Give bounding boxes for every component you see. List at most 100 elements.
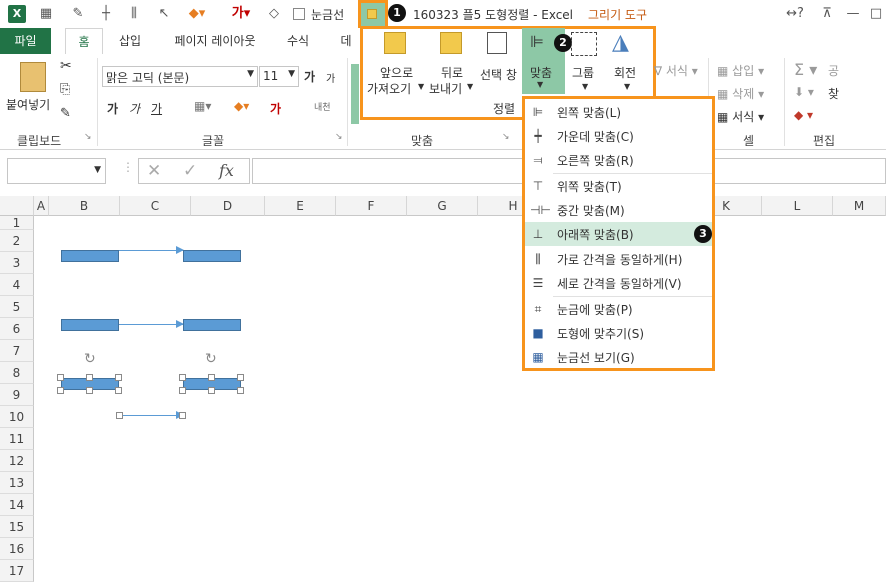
gridlines-checkbox[interactable] — [293, 8, 305, 20]
name-box[interactable]: ▼ — [7, 158, 106, 184]
clear-icon[interactable]: ◆ ▾ — [794, 108, 813, 122]
row-header[interactable]: 7 — [0, 340, 34, 362]
tab-file[interactable]: 파일 — [0, 28, 51, 54]
underline-button[interactable]: 가 — [151, 100, 162, 117]
column-header[interactable]: C — [120, 196, 191, 216]
cancel-icon[interactable]: ✕ — [147, 161, 161, 181]
column-header[interactable]: F — [336, 196, 407, 216]
resize-handle[interactable] — [115, 374, 122, 381]
resize-handle[interactable] — [237, 387, 244, 394]
table-icon[interactable]: ▦ — [36, 5, 56, 23]
format-painter-icon[interactable]: ◇ — [264, 5, 284, 23]
sort-filter-button[interactable]: 공 — [828, 62, 839, 79]
rotate-handle-icon[interactable]: ↻ — [84, 351, 96, 367]
row-header[interactable]: 16 — [0, 538, 34, 560]
rectangle-shape[interactable] — [61, 319, 119, 331]
style-format-button[interactable]: ∇ 서식 ▾ — [654, 62, 698, 79]
group-button[interactable]: 그룹 — [572, 64, 594, 81]
minimize-icon[interactable]: — — [845, 5, 861, 23]
row-header[interactable]: 14 — [0, 494, 34, 516]
resize-handle[interactable] — [115, 387, 122, 394]
fill-color-icon[interactable]: ◆▾ — [182, 5, 212, 23]
clipboard-launcher-icon[interactable]: ↘ — [84, 132, 92, 142]
arrow-connector[interactable] — [119, 246, 184, 254]
row-header[interactable]: 9 — [0, 384, 34, 406]
bring-forward-label-1[interactable]: 앞으로 — [380, 64, 413, 81]
bold-button[interactable]: 가 — [107, 100, 118, 117]
rectangle-shape[interactable] — [61, 250, 119, 262]
row-header[interactable]: 12 — [0, 450, 34, 472]
column-header[interactable]: A — [34, 196, 49, 216]
resize-handle[interactable] — [57, 374, 64, 381]
column-header[interactable]: L — [762, 196, 833, 216]
borders-icon[interactable]: ▦▾ — [194, 99, 211, 113]
cut-icon[interactable]: ✂ — [60, 58, 72, 74]
resize-handle[interactable] — [86, 374, 93, 381]
menu-item-align-right[interactable]: ⫤ 오른쪽 맞춤(R) — [525, 148, 712, 172]
selected-arrow-connector[interactable] — [119, 411, 184, 419]
find-select-button[interactable]: 찾 — [828, 85, 839, 102]
brush-icon[interactable]: ✎ — [68, 5, 88, 23]
font-color-qa-icon[interactable]: 가▾ — [224, 5, 258, 23]
rectangle-shape[interactable] — [183, 319, 241, 331]
enter-icon[interactable]: ✓ — [183, 161, 197, 181]
align-center-qa-icon[interactable]: ┼ — [96, 5, 116, 23]
alignment-launcher-icon[interactable]: ↘ — [502, 132, 510, 142]
insert-cells-button[interactable]: ▦ 삽입 ▾ — [717, 62, 764, 79]
rectangle-shape[interactable] — [183, 250, 241, 262]
ribbon-display-icon[interactable]: ⊼ — [818, 5, 836, 23]
rotate-button[interactable]: 회전 — [614, 64, 636, 81]
row-header[interactable]: 1 — [0, 216, 34, 230]
column-header[interactable]: B — [49, 196, 120, 216]
resize-handle[interactable] — [86, 387, 93, 394]
row-header[interactable]: 6 — [0, 318, 34, 340]
menu-item-align-top[interactable]: ⊤ 위쪽 맞춤(T) — [525, 174, 712, 198]
row-header[interactable]: 13 — [0, 472, 34, 494]
fill-color-ribbon-icon[interactable]: ◆▾ — [234, 99, 249, 113]
column-header[interactable]: E — [265, 196, 336, 216]
bring-forward-button[interactable]: 가져오기 — [367, 80, 411, 97]
autosum-icon[interactable]: Σ ▾ — [794, 60, 817, 79]
menu-item-align-left[interactable]: ⊫ 왼쪽 맞춤(L) — [525, 100, 712, 124]
row-header[interactable]: 17 — [0, 560, 34, 582]
menu-item-snap-shape[interactable]: ■ 도형에 맞추기(S) — [525, 321, 712, 345]
font-launcher-icon[interactable]: ↘ — [335, 132, 343, 142]
insert-function-button[interactable]: fx — [219, 161, 234, 180]
resize-handle[interactable] — [116, 412, 123, 419]
pointer-icon[interactable]: ↖ — [154, 5, 174, 23]
tab-insert[interactable]: 삽입 — [110, 28, 150, 54]
menu-item-view-gridlines[interactable]: ▦ 눈금선 보기(G) — [525, 345, 712, 369]
row-header[interactable]: 5 — [0, 296, 34, 318]
row-header[interactable]: 2 — [0, 230, 34, 252]
tab-data[interactable]: 데 — [334, 28, 358, 54]
resize-handle[interactable] — [57, 387, 64, 394]
column-header[interactable]: D — [191, 196, 265, 216]
resize-handle[interactable] — [179, 412, 186, 419]
row-header[interactable]: 15 — [0, 516, 34, 538]
paste-button[interactable]: 붙여넣기 — [6, 96, 50, 113]
menu-item-align-middle[interactable]: ⊣⊢ 중간 맞춤(M) — [525, 198, 712, 222]
column-header[interactable]: G — [407, 196, 478, 216]
resize-handle[interactable] — [237, 374, 244, 381]
send-backward-label-1[interactable]: 뒤로 — [441, 64, 463, 81]
send-backward-button[interactable]: 보내기 — [429, 80, 462, 97]
resize-handle[interactable] — [179, 374, 186, 381]
distribute-qa-icon[interactable]: ⫼ — [124, 5, 144, 23]
arrow-connector[interactable] — [119, 320, 184, 328]
tab-home[interactable]: 홈 — [65, 28, 103, 54]
row-header[interactable]: 8 — [0, 362, 34, 384]
selection-pane-button[interactable]: 선택 창 — [480, 66, 517, 83]
copy-icon[interactable]: ⎘ — [60, 82, 70, 97]
rotate-handle-icon[interactable]: ↻ — [205, 351, 217, 367]
italic-button[interactable]: 가 — [129, 100, 140, 117]
tab-page-layout[interactable]: 페이지 레이아웃 — [160, 28, 270, 54]
resize-handle[interactable] — [208, 374, 215, 381]
column-header[interactable]: M — [833, 196, 886, 216]
select-all-button[interactable] — [0, 196, 34, 216]
menu-item-snap-grid[interactable]: ⌗ 눈금에 맞춤(P) — [525, 297, 712, 321]
delete-cells-button[interactable]: ▦ 삭제 ▾ — [717, 85, 764, 102]
row-header[interactable]: 11 — [0, 428, 34, 450]
resize-icon[interactable]: ↔? — [782, 5, 808, 23]
row-header[interactable]: 3 — [0, 252, 34, 274]
font-color-button[interactable]: 가 — [270, 100, 281, 117]
